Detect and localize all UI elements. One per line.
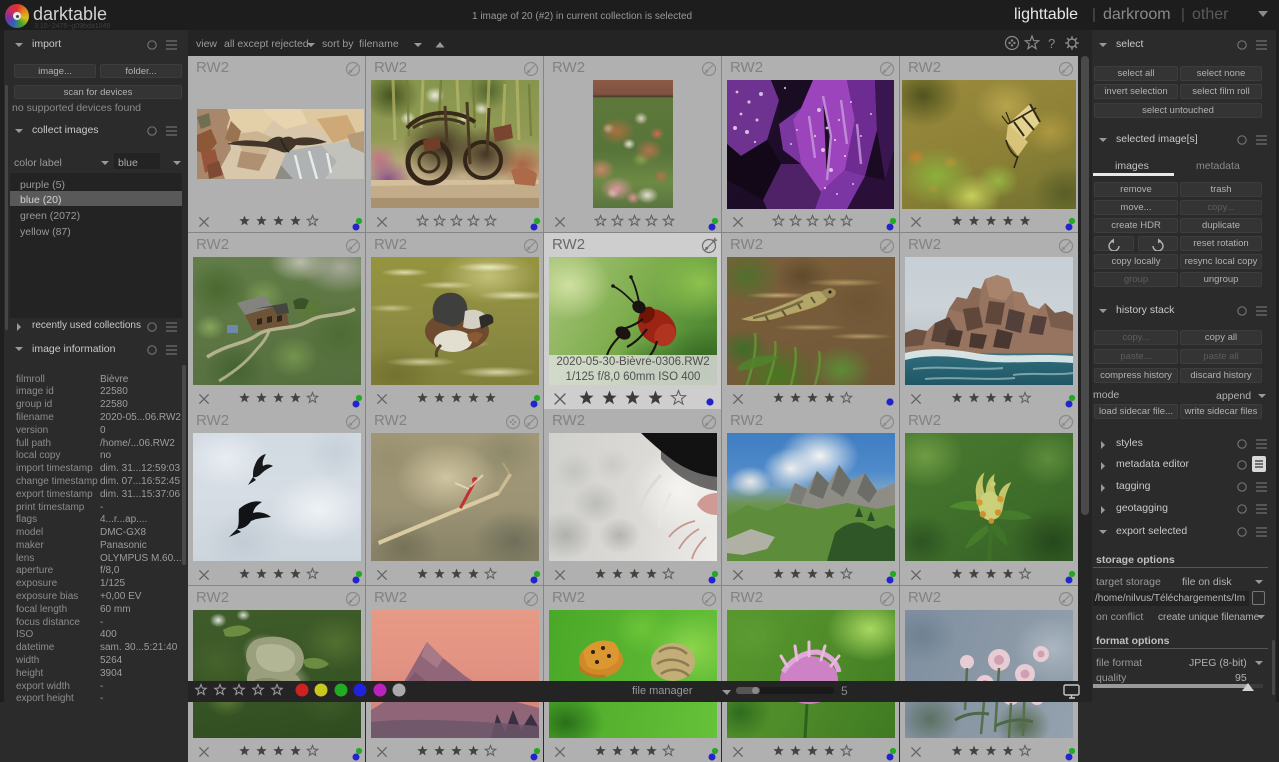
svg-text:?: ? [1048, 36, 1055, 51]
